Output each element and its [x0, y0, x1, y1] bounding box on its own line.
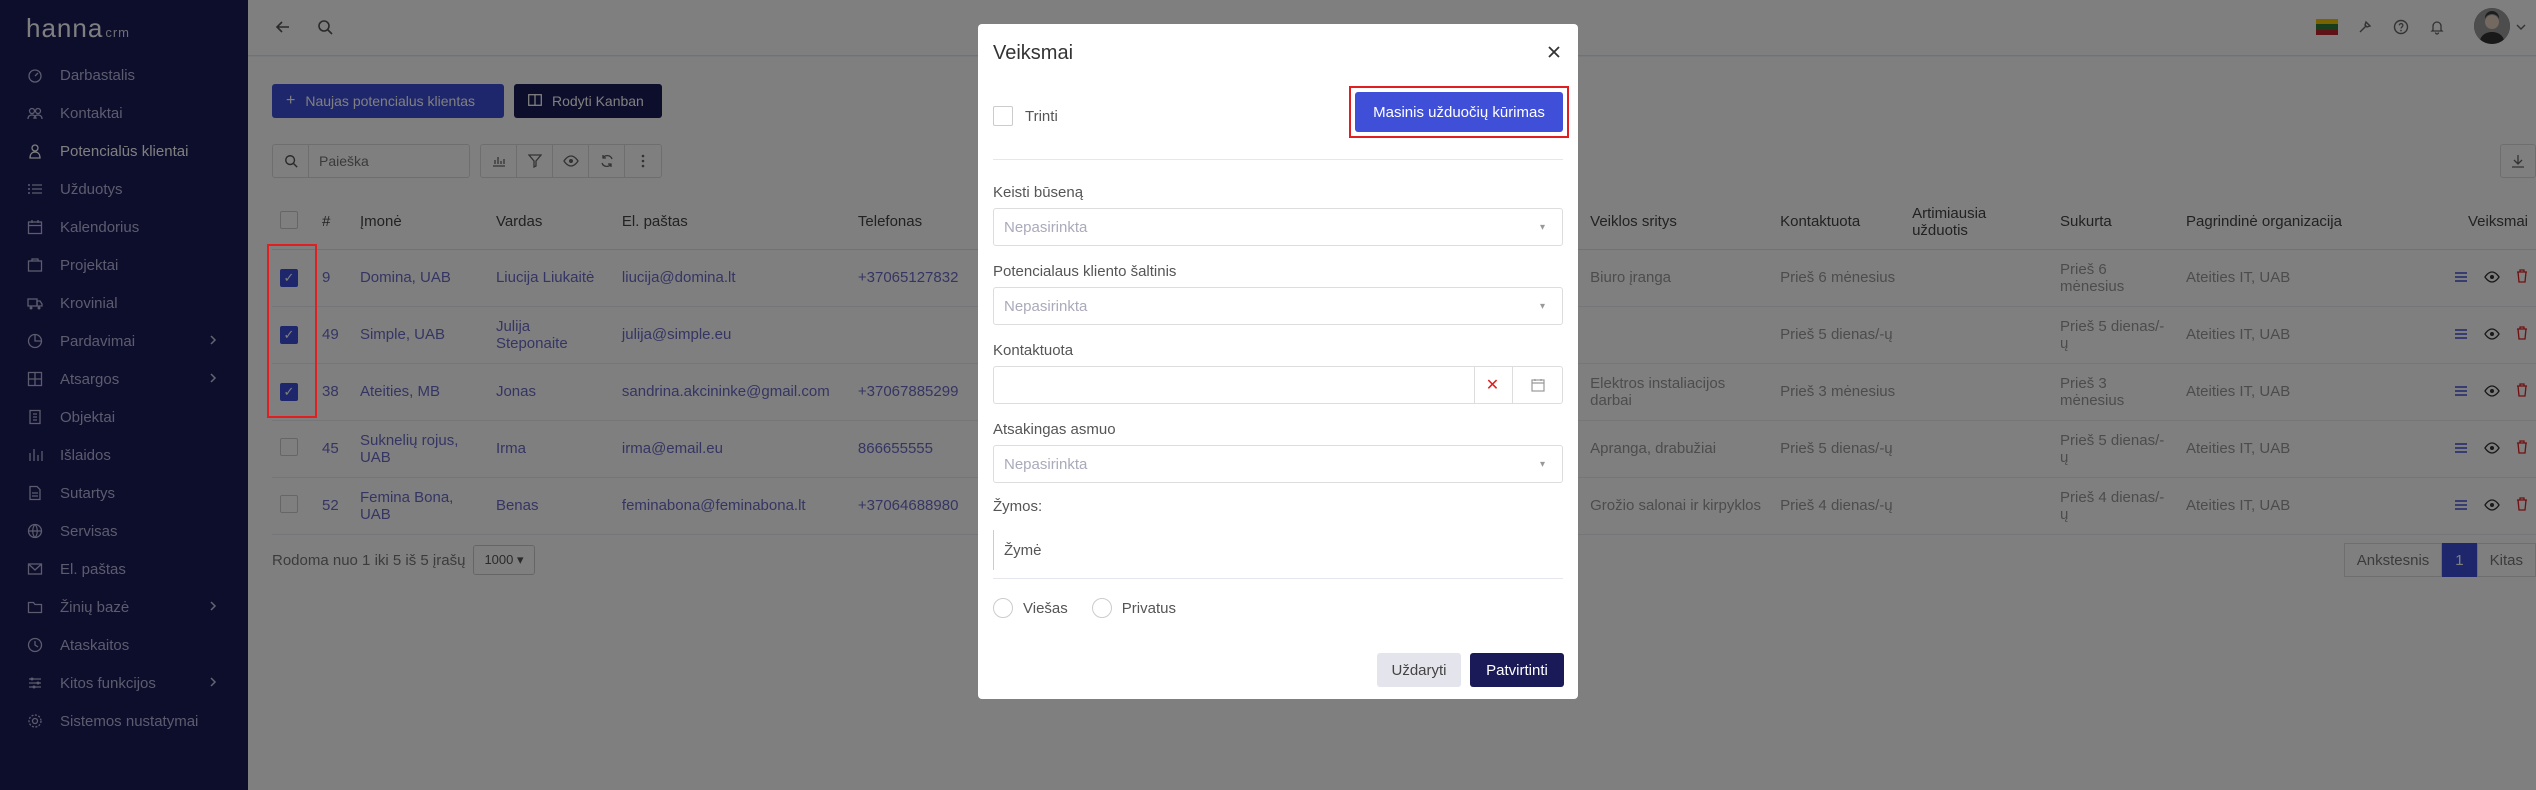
modal-title: Veiksmai	[993, 42, 1074, 64]
mass-tasks-highlight: Masinis užduočių kūrimas	[1349, 86, 1569, 138]
responsible-select-value: Nepasirinkta	[1004, 455, 1088, 473]
public-label: Viešas	[1023, 599, 1068, 617]
tags-label: Žymos:	[993, 498, 1043, 515]
chevron-down-icon: ▾	[1540, 301, 1546, 312]
chevron-down-icon: ▾	[1540, 459, 1546, 470]
delete-checkbox[interactable]	[993, 106, 1013, 126]
status-select-value: Nepasirinkta	[1004, 218, 1088, 236]
tag-input[interactable]: Žymė	[993, 530, 1563, 570]
status-label: Keisti būseną	[993, 184, 1084, 201]
delete-option[interactable]: Trinti	[993, 106, 1058, 126]
close-button[interactable]: Uždaryti	[1377, 653, 1461, 687]
selected-rows-highlight	[267, 244, 317, 418]
status-select[interactable]: Nepasirinkta ▾	[993, 208, 1563, 246]
source-select[interactable]: Nepasirinkta ▾	[993, 287, 1563, 325]
actions-modal: Veiksmai Trinti Masinis užduočių kūrimas…	[978, 24, 1578, 699]
tag-placeholder: Žymė	[1004, 541, 1042, 559]
public-radio[interactable]	[993, 598, 1013, 618]
clear-date-icon[interactable]: ✕	[1474, 367, 1510, 403]
responsible-label: Atsakingas asmuo	[993, 421, 1116, 438]
divider	[993, 159, 1563, 160]
contacted-date-input[interactable]: ✕	[993, 366, 1563, 404]
close-icon[interactable]	[1544, 42, 1564, 62]
visibility-options: Viešas Privatus	[993, 598, 1176, 618]
divider	[993, 578, 1563, 579]
calendar-icon[interactable]	[1512, 367, 1562, 403]
contacted-label: Kontaktuota	[993, 342, 1074, 359]
private-radio[interactable]	[1091, 598, 1112, 618]
confirm-button[interactable]: Patvirtinti	[1470, 653, 1564, 687]
delete-label: Trinti	[1025, 107, 1058, 125]
responsible-select[interactable]: Nepasirinkta ▾	[993, 445, 1563, 483]
source-label: Potencialaus kliento šaltinis	[993, 263, 1177, 280]
source-select-value: Nepasirinkta	[1004, 297, 1088, 315]
chevron-down-icon: ▾	[1540, 222, 1546, 233]
private-label: Privatus	[1121, 599, 1176, 617]
mass-tasks-button[interactable]: Masinis užduočių kūrimas	[1355, 92, 1563, 132]
